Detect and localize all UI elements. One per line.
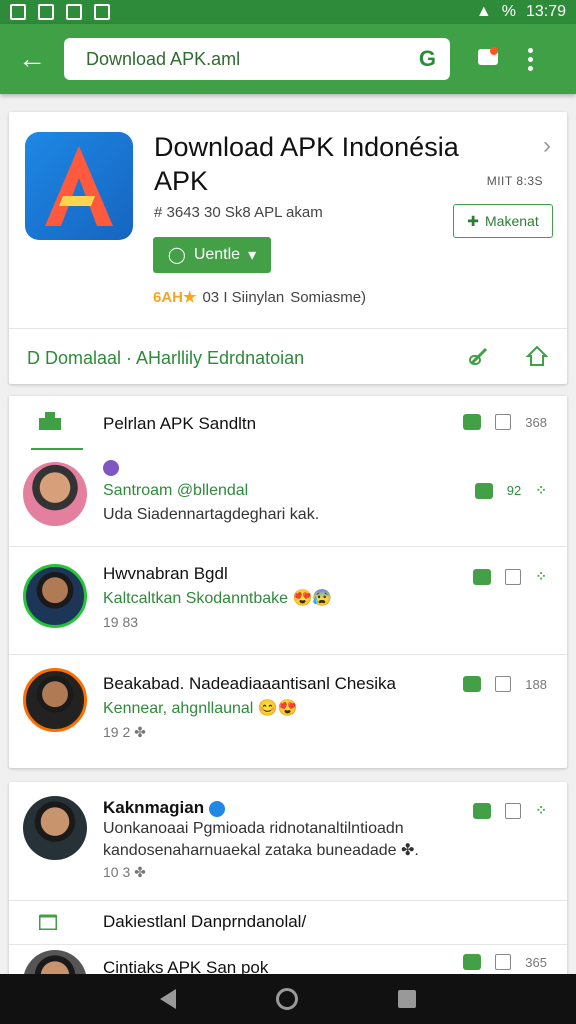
search-input[interactable] bbox=[86, 48, 419, 70]
location-icon bbox=[94, 4, 110, 20]
comment-row[interactable]: Kaknmagian Uonkanoaai Pgmioada ridnotana… bbox=[9, 782, 567, 900]
section-row[interactable]: Dakiestlanl Danprndanolal/ bbox=[9, 900, 567, 944]
purple-badge-icon bbox=[103, 460, 119, 476]
tab-label[interactable]: Pelrlan APK Sandltn bbox=[103, 414, 256, 434]
wifi-icon: ▲ bbox=[475, 3, 492, 20]
thumb-icon[interactable] bbox=[474, 482, 493, 499]
rating-extra: Somiasme) bbox=[290, 288, 367, 306]
nav-recents-icon[interactable] bbox=[398, 990, 416, 1008]
share-icon[interactable] bbox=[505, 568, 522, 585]
plus-icon: ✚ bbox=[467, 212, 480, 229]
comment-actions: 188 bbox=[463, 676, 547, 692]
nav-home-icon[interactable] bbox=[276, 988, 298, 1010]
comment-text: Kennear, ahgnllaunal 😊😍 bbox=[103, 700, 298, 717]
clock: 13:79 bbox=[525, 3, 566, 20]
comment-count: 365 bbox=[525, 954, 547, 970]
avatar bbox=[23, 564, 87, 628]
comments-tab-row: Pelrlan APK Sandltn 368 bbox=[9, 396, 567, 456]
home-icon[interactable] bbox=[525, 344, 549, 373]
dropdown-icon: ▾ bbox=[248, 247, 257, 264]
install-button[interactable]: ◯ Uentle ▾ bbox=[153, 237, 271, 273]
section-icon bbox=[37, 912, 59, 935]
status-bar: ▲ % 13:79 bbox=[0, 0, 576, 24]
thumb-icon[interactable] bbox=[463, 676, 482, 692]
comment-row[interactable]: Hwvnabran Bgdl Kaltcaltkan Skodanntbake … bbox=[9, 546, 567, 654]
refresh-icon: ◯ bbox=[167, 247, 186, 264]
tab-icon[interactable] bbox=[39, 412, 61, 435]
app-icon bbox=[25, 132, 133, 240]
search-box[interactable]: G bbox=[64, 38, 450, 80]
app-meta: # 3643 30 Sk8 APL akam bbox=[154, 204, 323, 221]
app-logo-icon bbox=[45, 146, 113, 226]
section-label[interactable]: Dakiestlanl Danprndanolal/ bbox=[103, 912, 306, 932]
comment-author[interactable]: Beakabad. Nadeadiaaantisanl Chesika bbox=[103, 674, 396, 694]
share-icon[interactable] bbox=[505, 802, 522, 819]
tab-count: 368 bbox=[525, 414, 547, 430]
status-right: ▲ % 13:79 bbox=[476, 3, 566, 21]
message-button[interactable] bbox=[466, 37, 510, 81]
g-icon[interactable]: G bbox=[419, 46, 436, 72]
avatar bbox=[23, 796, 87, 860]
thumb-icon[interactable] bbox=[463, 954, 482, 970]
comment-author[interactable]: Kaknmagian bbox=[103, 798, 225, 818]
thumb-icon[interactable] bbox=[473, 568, 492, 585]
notification-icon bbox=[38, 4, 54, 20]
comment-meta: 10 3 ✤ bbox=[103, 864, 146, 880]
rating-count: 03 I Siinylan bbox=[202, 288, 285, 306]
comment-actions: 365 bbox=[463, 954, 547, 970]
more-menu-button[interactable] bbox=[520, 47, 540, 71]
image-icon bbox=[66, 4, 82, 20]
comment-author[interactable]: Hwvnabran Bgdl bbox=[103, 564, 228, 584]
comment-text: Kaltcaltkan Skodanntbake 😍😰 bbox=[103, 590, 333, 607]
rating-row: 6AH★ 03 I Siinylan Somiasme) bbox=[153, 288, 367, 307]
verified-icon bbox=[208, 800, 225, 817]
version-label: MIIT 8:3S bbox=[486, 174, 543, 188]
comments-card: Pelrlan APK Sandltn 368 Santroam @bllend… bbox=[9, 396, 567, 768]
app-header-card: Download APK Indonésia APK › MIIT 8:3S #… bbox=[9, 112, 567, 384]
comment-count: 92 bbox=[506, 483, 522, 498]
more-icon[interactable]: ⁘ bbox=[535, 482, 547, 499]
comment-actions: 92 ⁘ bbox=[474, 482, 547, 499]
message-icon bbox=[478, 47, 498, 65]
link-icon[interactable] bbox=[467, 344, 491, 373]
tab-actions: 368 bbox=[463, 414, 547, 430]
share-icon[interactable] bbox=[495, 414, 512, 430]
battery-icon: % bbox=[501, 3, 516, 20]
tab-indicator bbox=[31, 448, 83, 450]
comment-actions: ⁘ bbox=[473, 568, 547, 585]
download-link[interactable]: D Domalaal · AHarllily Edrdnatoian bbox=[27, 348, 304, 369]
comment-count: 188 bbox=[525, 676, 547, 692]
nav-back-icon[interactable] bbox=[160, 989, 176, 1009]
comments-card-2: Kaknmagian Uonkanoaai Pgmioada ridnotana… bbox=[9, 782, 567, 982]
app-title: Download APK Indonésia APK bbox=[154, 132, 459, 196]
comment-text-2: kandosenaharnuaekal zataka buneadade ✤. bbox=[103, 842, 419, 859]
system-nav-bar bbox=[0, 974, 576, 1024]
chevron-right-icon[interactable]: › bbox=[543, 132, 551, 160]
share-icon[interactable] bbox=[495, 676, 512, 692]
comment-meta: 19 2 ✤ bbox=[103, 724, 146, 740]
more-icon[interactable]: ⁘ bbox=[535, 568, 547, 585]
back-button[interactable]: ← bbox=[0, 24, 64, 94]
more-icon[interactable]: ⁘ bbox=[535, 802, 547, 819]
comment-author[interactable]: Santroam @bllendal bbox=[103, 482, 248, 500]
comment-actions: ⁘ bbox=[473, 802, 547, 819]
thumb-icon[interactable] bbox=[463, 414, 482, 430]
app-bar: ← G bbox=[0, 24, 576, 94]
comment-meta: 19 83 bbox=[103, 614, 139, 630]
divider bbox=[9, 328, 567, 329]
comment-text: Uda Siadennartagdeghari kak. bbox=[103, 506, 320, 523]
notification-icons bbox=[10, 4, 110, 20]
comment-row[interactable]: Beakabad. Nadeadiaaantisanl Chesika Kenn… bbox=[9, 654, 567, 768]
avatar bbox=[23, 462, 87, 526]
mail-icon bbox=[10, 4, 26, 20]
rating-stars: 6AH★ bbox=[153, 289, 197, 306]
thumb-icon[interactable] bbox=[473, 802, 492, 819]
follow-button[interactable]: ✚ Makenat bbox=[453, 204, 553, 238]
comment-text: Uonkanoaai Pgmioada ridnotanaltilntioadn bbox=[103, 820, 404, 837]
share-icon[interactable] bbox=[495, 954, 512, 970]
avatar bbox=[23, 668, 87, 732]
header-actions bbox=[467, 344, 549, 373]
comment-row[interactable]: Santroam @bllendal Uda Siadennartagdegha… bbox=[9, 456, 567, 546]
